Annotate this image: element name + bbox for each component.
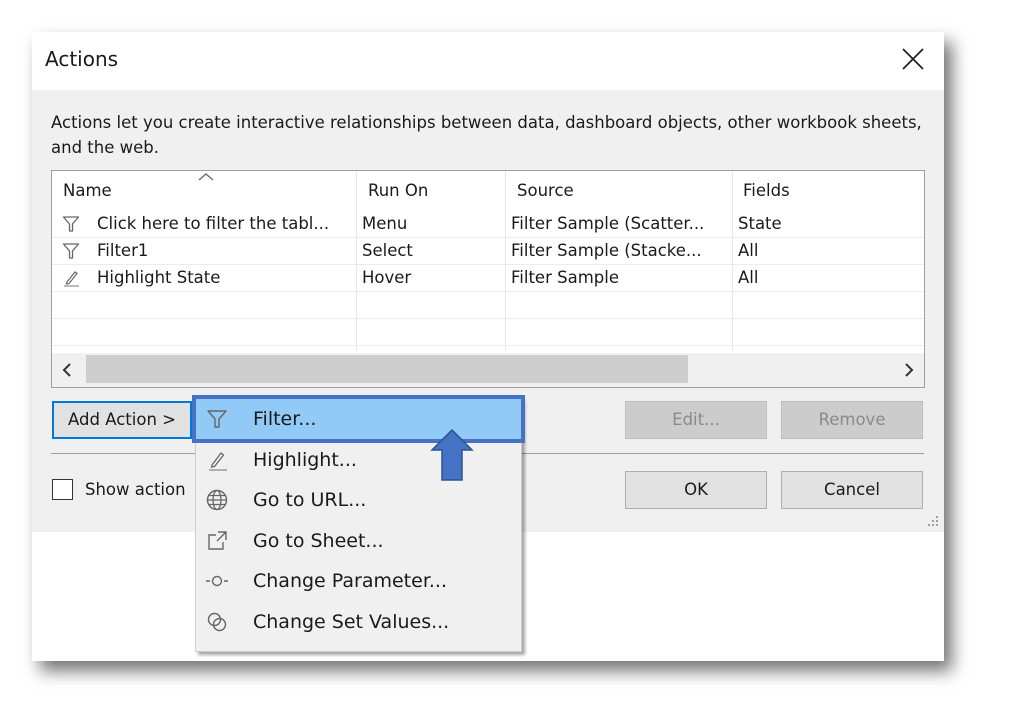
column-header-fields[interactable]: Fields bbox=[743, 171, 790, 209]
screenshot-frame: Actions Actions let you create interacti… bbox=[32, 32, 944, 661]
column-header-source[interactable]: Source bbox=[517, 171, 574, 209]
show-action-label: Show action bbox=[85, 480, 186, 499]
actions-table: Name Run On Source Fields Click here to … bbox=[51, 170, 925, 388]
row-run-on: Menu bbox=[362, 214, 408, 233]
row-fields: State bbox=[738, 214, 782, 233]
row-fields: All bbox=[738, 268, 759, 287]
menu-item-change-set-values[interactable]: Change Set Values... bbox=[196, 602, 521, 642]
add-action-button[interactable]: Add Action > bbox=[52, 401, 192, 439]
horizontal-scrollbar[interactable] bbox=[52, 353, 924, 387]
scroll-left-icon[interactable] bbox=[60, 362, 74, 378]
filter-icon bbox=[207, 410, 227, 428]
close-icon[interactable] bbox=[900, 46, 926, 72]
set-values-icon bbox=[207, 612, 227, 632]
menu-item-label: Go to URL... bbox=[253, 489, 367, 511]
table-row[interactable]: Click here to filter the tabl... Menu Fi… bbox=[52, 211, 924, 238]
title-bar: Actions bbox=[32, 32, 944, 90]
remove-button[interactable]: Remove bbox=[781, 401, 923, 439]
ok-button[interactable]: OK bbox=[625, 471, 767, 509]
menu-item-label: Change Parameter... bbox=[253, 570, 448, 592]
table-row[interactable]: Filter1 Select Filter Sample (Stacke... … bbox=[52, 238, 924, 265]
empty-row bbox=[52, 292, 924, 319]
row-source: Filter Sample bbox=[511, 268, 619, 287]
column-header-name[interactable]: Name bbox=[63, 171, 112, 209]
callout-arrow-icon bbox=[430, 428, 474, 481]
row-name: Click here to filter the tabl... bbox=[97, 214, 330, 233]
row-run-on: Select bbox=[362, 241, 413, 260]
filter-icon bbox=[62, 243, 80, 259]
row-run-on: Hover bbox=[362, 268, 412, 287]
scrollbar-thumb[interactable] bbox=[86, 355, 688, 383]
go-to-sheet-icon bbox=[208, 531, 227, 550]
menu-item-go-to-sheet[interactable]: Go to Sheet... bbox=[196, 521, 521, 561]
row-fields: All bbox=[738, 241, 759, 260]
resize-grip-icon[interactable] bbox=[926, 514, 940, 528]
menu-item-label: Filter... bbox=[253, 408, 317, 430]
menu-item-label: Go to Sheet... bbox=[253, 530, 384, 552]
menu-item-label: Highlight... bbox=[253, 449, 357, 471]
menu-item-label: Change Set Values... bbox=[253, 611, 450, 633]
column-header-run-on[interactable]: Run On bbox=[368, 171, 428, 209]
edit-button[interactable]: Edit... bbox=[625, 401, 767, 439]
row-source: Filter Sample (Scatter... bbox=[511, 214, 705, 233]
globe-icon bbox=[206, 489, 228, 511]
parameter-icon bbox=[206, 575, 228, 587]
highlight-icon bbox=[64, 271, 79, 287]
menu-item-change-parameter[interactable]: Change Parameter... bbox=[196, 561, 521, 601]
sort-ascending-icon bbox=[198, 173, 214, 181]
table-row[interactable]: Highlight State Hover Filter Sample All bbox=[52, 265, 924, 292]
filter-icon bbox=[62, 216, 80, 232]
row-name: Highlight State bbox=[97, 268, 221, 287]
empty-row bbox=[52, 319, 924, 346]
row-name: Filter1 bbox=[97, 241, 149, 260]
cancel-button[interactable]: Cancel bbox=[781, 471, 923, 509]
dialog-title: Actions bbox=[45, 47, 119, 71]
table-header: Name Run On Source Fields bbox=[52, 171, 924, 209]
menu-item-go-to-url[interactable]: Go to URL... bbox=[196, 480, 521, 520]
show-action-checkbox[interactable] bbox=[52, 479, 73, 500]
highlight-icon bbox=[209, 452, 227, 471]
scroll-right-icon[interactable] bbox=[902, 362, 916, 378]
dialog-description: Actions let you create interactive relat… bbox=[51, 113, 922, 157]
row-source: Filter Sample (Stacke... bbox=[511, 241, 702, 260]
